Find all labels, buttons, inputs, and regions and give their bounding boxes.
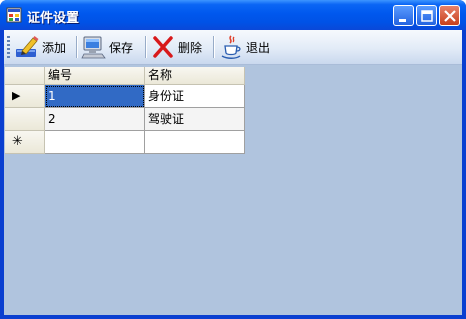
table-row[interactable]: 2 驾驶证 xyxy=(5,108,245,131)
new-row[interactable]: ✳ xyxy=(5,131,245,154)
delete-x-icon xyxy=(153,36,173,58)
maximize-icon xyxy=(421,10,433,22)
close-button[interactable] xyxy=(439,5,460,26)
toolbar: 添加 保存 删除 退出 xyxy=(4,30,462,65)
toolbar-separator xyxy=(76,36,77,58)
corner-header[interactable] xyxy=(5,67,45,85)
minimize-icon xyxy=(399,19,406,22)
delete-button[interactable]: 删除 xyxy=(149,32,202,62)
add-label: 添加 xyxy=(42,40,67,55)
save-button[interactable]: 保存 xyxy=(80,32,133,62)
cell-id[interactable]: 1 xyxy=(45,85,145,108)
column-header-id[interactable]: 编号 xyxy=(45,67,145,85)
delete-label: 删除 xyxy=(178,40,203,55)
minimize-button[interactable] xyxy=(393,5,414,26)
toolbar-separator xyxy=(213,36,214,58)
exit-label: 退出 xyxy=(246,40,271,55)
new-row-marker-icon: ✳ xyxy=(12,134,23,149)
computer-icon xyxy=(81,36,106,59)
add-button[interactable]: 添加 xyxy=(13,32,66,62)
maximize-button[interactable] xyxy=(416,5,437,26)
edit-pencil-icon xyxy=(16,36,39,57)
row-header[interactable] xyxy=(5,108,45,131)
row-header[interactable]: ✳ xyxy=(5,131,45,154)
app-icon xyxy=(6,7,22,23)
exit-button[interactable]: 退出 xyxy=(217,32,270,62)
app-window: 证件设置 添加 保存 删除 退出 编号 名称 ▶ 1 身份证 2 驾驶证 ✳ xyxy=(0,0,466,319)
close-icon xyxy=(444,10,456,22)
toolbar-separator xyxy=(145,36,146,58)
java-cup-icon xyxy=(221,35,241,59)
current-row-marker-icon: ▶ xyxy=(12,89,21,102)
cell-name[interactable]: 身份证 xyxy=(145,85,245,108)
row-header[interactable]: ▶ xyxy=(5,85,45,108)
new-cell-id[interactable] xyxy=(45,131,145,154)
table-row[interactable]: ▶ 1 身份证 xyxy=(5,85,245,108)
cell-name[interactable]: 驾驶证 xyxy=(145,108,245,131)
title-bar[interactable]: 证件设置 xyxy=(0,0,466,30)
save-label: 保存 xyxy=(109,40,134,55)
column-header-name[interactable]: 名称 xyxy=(145,67,245,85)
toolbar-grip[interactable] xyxy=(7,36,10,58)
client-area: 添加 保存 删除 退出 编号 名称 ▶ 1 身份证 2 驾驶证 ✳ xyxy=(4,30,462,315)
new-cell-name[interactable] xyxy=(145,131,245,154)
cell-id[interactable]: 2 xyxy=(45,108,145,131)
window-title: 证件设置 xyxy=(27,11,80,26)
